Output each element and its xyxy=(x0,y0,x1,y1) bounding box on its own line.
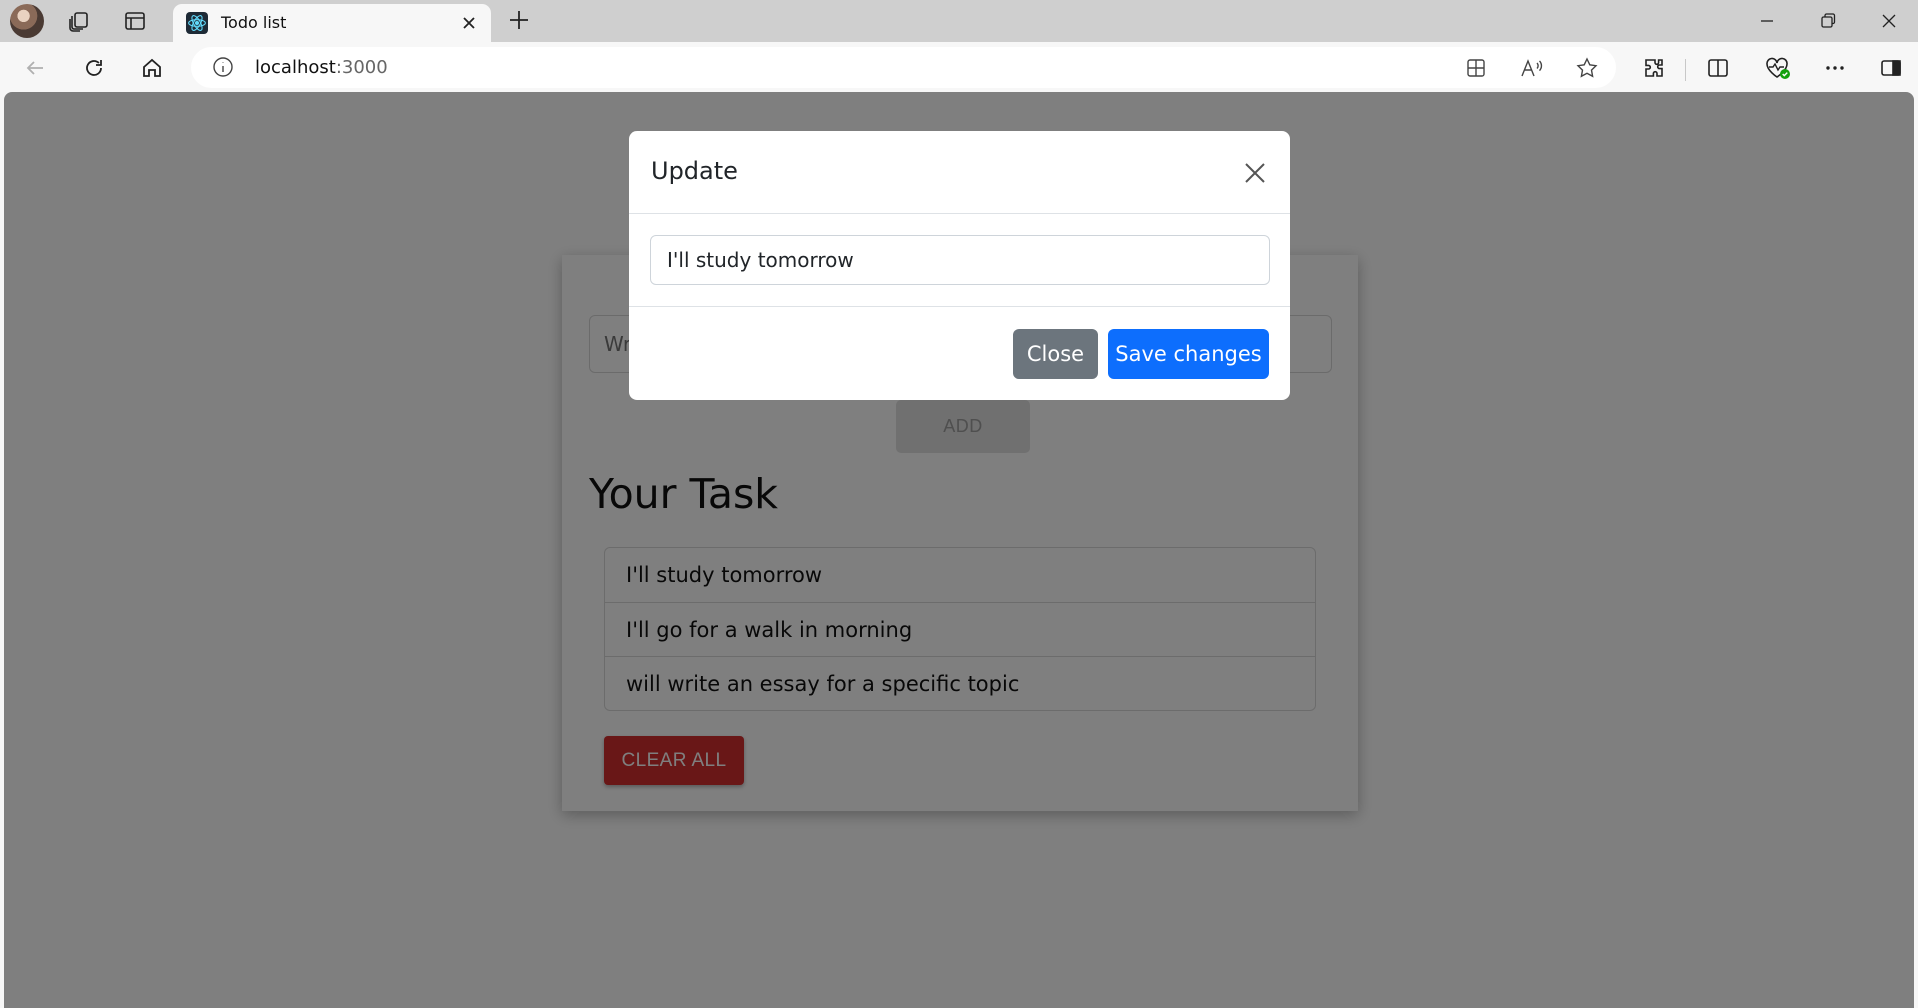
tab-actions-icon[interactable] xyxy=(122,8,148,34)
close-button[interactable]: Close xyxy=(1013,329,1098,379)
page-viewport: ADD Your Task I'll study tomorrow I'll g… xyxy=(4,92,1914,1008)
split-screen-icon[interactable] xyxy=(1703,53,1733,83)
back-arrow-icon[interactable] xyxy=(20,53,50,83)
tab-bar: Todo list xyxy=(0,0,1918,42)
close-icon[interactable] xyxy=(1241,159,1269,187)
restore-icon[interactable] xyxy=(1814,7,1842,35)
update-modal: Update Close Save changes xyxy=(629,131,1290,400)
close-icon[interactable] xyxy=(459,13,479,33)
tab-todo-list[interactable]: Todo list xyxy=(173,4,491,42)
profile-avatar[interactable] xyxy=(10,4,44,38)
address-bar[interactable]: localhost:3000 xyxy=(191,47,1616,88)
refresh-icon[interactable] xyxy=(79,53,109,83)
app-available-icon[interactable] xyxy=(1463,55,1489,81)
minimize-icon[interactable] xyxy=(1753,7,1781,35)
react-icon xyxy=(186,12,208,34)
info-icon[interactable] xyxy=(211,55,235,79)
browser-toolbar: localhost:3000 xyxy=(0,42,1918,92)
home-icon[interactable] xyxy=(137,53,167,83)
puzzle-icon[interactable] xyxy=(1639,53,1669,83)
modal-header: Update xyxy=(629,131,1290,214)
window-close-icon[interactable] xyxy=(1875,7,1903,35)
modal-footer: Close Save changes xyxy=(629,306,1290,400)
update-task-input[interactable] xyxy=(650,235,1270,285)
workspaces-icon[interactable] xyxy=(66,8,92,34)
plus-icon[interactable] xyxy=(506,7,532,33)
url-text[interactable]: localhost:3000 xyxy=(255,57,388,78)
star-icon[interactable] xyxy=(1574,55,1600,81)
save-changes-button[interactable]: Save changes xyxy=(1108,329,1269,379)
toolbar-divider xyxy=(1685,59,1686,81)
tab-title: Todo list xyxy=(221,13,287,32)
ellipsis-icon[interactable] xyxy=(1820,53,1850,83)
heart-pulse-icon[interactable] xyxy=(1762,53,1794,83)
modal-title: Update xyxy=(651,157,738,185)
read-aloud-icon[interactable] xyxy=(1519,55,1545,81)
sidebar-icon[interactable] xyxy=(1876,53,1906,83)
